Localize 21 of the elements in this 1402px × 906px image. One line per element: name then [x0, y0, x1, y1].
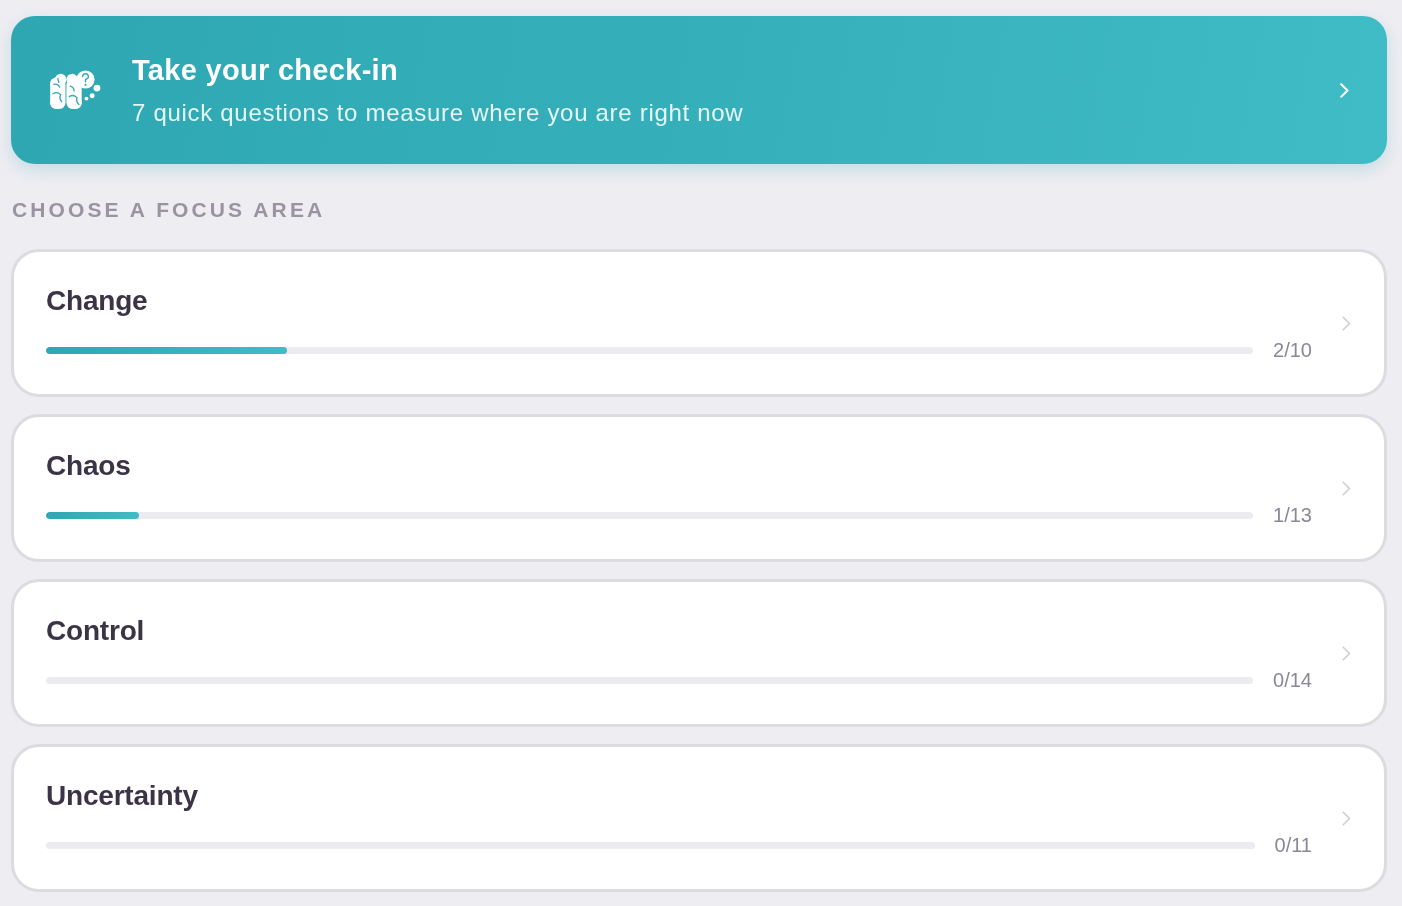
- focus-area-title: Chaos: [46, 449, 132, 483]
- progress-count: 0/11: [1274, 833, 1312, 857]
- chevron-right-icon: [1340, 82, 1349, 98]
- chevron-right-icon: [1342, 645, 1351, 661]
- section-heading: CHOOSE A FOCUS AREA: [12, 198, 327, 222]
- focus-area-title: Control: [46, 614, 146, 648]
- focus-area-card[interactable]: Uncertainty 0/11: [11, 744, 1387, 892]
- banner-subtitle: 7 quick questions to measure where you are right now: [132, 97, 745, 128]
- chevron-right-icon: [1342, 480, 1351, 496]
- brain-thought-icon: [49, 69, 101, 111]
- progress-count: 1/13: [1273, 503, 1312, 527]
- focus-area-card[interactable]: Control 0/14: [11, 579, 1387, 727]
- progress-count: 0/14: [1273, 668, 1312, 692]
- chevron-right-icon: [1342, 810, 1351, 826]
- focus-area-card[interactable]: Change 2/10: [11, 249, 1387, 397]
- focus-area-title: Uncertainty: [46, 779, 199, 813]
- progress-count: 2/10: [1273, 338, 1312, 362]
- banner-title: Take your check-in: [132, 52, 399, 87]
- focus-area-title: Change: [46, 284, 149, 318]
- focus-area-card[interactable]: Chaos 1/13: [11, 414, 1387, 562]
- chevron-right-icon: [1342, 315, 1351, 331]
